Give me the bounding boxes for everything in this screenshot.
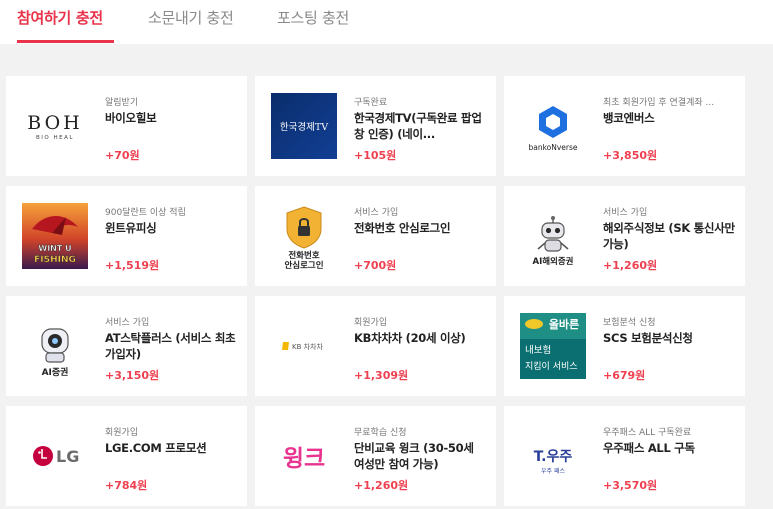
svg-text:AI해외증권: AI해외증권 bbox=[532, 256, 573, 267]
svg-text:bankoNverse: bankoNverse bbox=[528, 143, 577, 152]
offer-card-bioheal[interactable]: BOH BIO HEAL 알림받기 바이오힐보 +70원 bbox=[6, 76, 247, 176]
ai-overseas-securities-logo: AI해외증권 bbox=[520, 203, 586, 269]
offer-reward: +3,850원 bbox=[603, 149, 658, 162]
active-tab-indicator bbox=[17, 40, 114, 43]
svg-text:한국경제TV: 한국경제TV bbox=[280, 121, 328, 133]
lg-logo: LG bbox=[22, 423, 88, 489]
offer-title: KB차차차 (20세 이상) bbox=[354, 331, 466, 345]
offer-category: 무료학습 신청 bbox=[354, 428, 407, 438]
offer-title: 단비교육 윙크 (30-50세 여성만 참여 가능) bbox=[354, 441, 474, 471]
offer-category: 900달란트 이상 적립 bbox=[105, 208, 186, 218]
svg-text:LG: LG bbox=[56, 447, 79, 466]
svg-text:지킴이 서비스: 지킴이 서비스 bbox=[525, 360, 578, 372]
kb-chachacha-logo: KB 차차차 bbox=[271, 313, 337, 379]
offer-title: 한국경제TV(구독완료 팝업 창 인증) (네이... bbox=[354, 111, 482, 141]
offer-reward: +3,150원 bbox=[105, 369, 160, 382]
wink-logo: 윙크 bbox=[271, 423, 337, 489]
svg-text:윙크: 윙크 bbox=[283, 446, 325, 472]
bioheal-logo: BOH BIO HEAL bbox=[22, 93, 88, 159]
offer-reward: +1,309원 bbox=[354, 369, 409, 382]
offer-title: 윈트유피싱 bbox=[105, 221, 157, 235]
offer-title: LGE.COM 프로모션 bbox=[105, 441, 207, 455]
safe-login-logo: 전화번호 안심로그인 bbox=[271, 203, 337, 269]
offer-card-lge-promotion[interactable]: LG 회원가입 LGE.COM 프로모션 +784원 bbox=[6, 406, 247, 506]
offer-category: 서비스 가입 bbox=[105, 318, 150, 328]
offer-category: 최초 회원가입 후 연결계좌 ... bbox=[603, 98, 715, 108]
offer-card-bankonverse[interactable]: bankoNverse 최초 회원가입 후 연결계좌 ... 뱅코엔버스 +3,… bbox=[504, 76, 745, 176]
offer-reward: +3,570원 bbox=[603, 479, 658, 492]
tab-share-charge[interactable]: 소문내기 충전 bbox=[148, 7, 234, 28]
offer-category: 우주패스 ALL 구독완료 bbox=[603, 428, 692, 438]
svg-text:BOH: BOH bbox=[27, 112, 82, 134]
offer-reward: +1,519원 bbox=[105, 259, 160, 272]
offer-title: SCS 보험분석신청 bbox=[603, 331, 693, 345]
svg-text:올바른: 올바른 bbox=[549, 317, 579, 331]
tab-bar: 참여하기 충전 소문내기 충전 포스팅 충전 bbox=[0, 0, 773, 44]
offer-reward: +70원 bbox=[105, 149, 140, 162]
offer-title: 뱅코엔버스 bbox=[603, 111, 655, 125]
offer-card-wintu-fishing[interactable]: WINT U FISHING 900달란트 이상 적립 윈트유피싱 +1,519… bbox=[6, 186, 247, 286]
svg-text:AI증권: AI증권 bbox=[42, 366, 69, 378]
tab-participate-charge[interactable]: 참여하기 충전 bbox=[17, 7, 103, 28]
woojoo-pass-logo: T.우주 우주 패스 bbox=[520, 423, 586, 489]
offer-title: 전화번호 안심로그인 bbox=[354, 221, 451, 235]
bankonverse-logo: bankoNverse bbox=[520, 93, 586, 159]
svg-text:안심로그인: 안심로그인 bbox=[284, 260, 323, 269]
offer-card-danbi-wink[interactable]: 윙크 무료학습 신청 단비교육 윙크 (30-50세 여성만 참여 가능) +1… bbox=[255, 406, 496, 506]
svg-text:전화번호: 전화번호 bbox=[288, 250, 319, 261]
offer-title: 우주패스 ALL 구독 bbox=[603, 441, 695, 455]
offer-category: 회원가입 bbox=[354, 318, 388, 328]
offer-title: AT스탁플러스 (서비스 최초 가입자) bbox=[105, 331, 236, 361]
offer-reward: +784원 bbox=[105, 479, 148, 492]
offer-reward: +700원 bbox=[354, 259, 397, 272]
offer-reward: +105원 bbox=[354, 149, 397, 162]
offer-category: 알림받기 bbox=[105, 98, 139, 108]
offer-reward: +1,260원 bbox=[603, 259, 658, 272]
offer-card-overseas-stock[interactable]: AI해외증권 서비스 가입 해외주식정보 (SK 통신사만 가능) +1,260… bbox=[504, 186, 745, 286]
hankyung-tv-logo: 한국경제TV bbox=[271, 93, 337, 159]
offer-card-hankyung-tv[interactable]: 한국경제TV 구독완료 한국경제TV(구독완료 팝업 창 인증) (네이... … bbox=[255, 76, 496, 176]
svg-text:BIO HEAL: BIO HEAL bbox=[36, 135, 74, 141]
offer-category: 회원가입 bbox=[105, 428, 139, 438]
offer-reward: +679원 bbox=[603, 369, 646, 382]
offer-category: 서비스 가입 bbox=[603, 208, 648, 218]
svg-text:내보험: 내보험 bbox=[525, 345, 551, 356]
svg-text:FISHING: FISHING bbox=[34, 255, 76, 265]
offer-card-scs-insurance[interactable]: 올바른 내보험 지킴이 서비스 보험분석 신청 SCS 보험분석신청 +679원 bbox=[504, 296, 745, 396]
ai-securities-logo: AI증권 bbox=[22, 313, 88, 379]
svg-text:T.우주: T.우주 bbox=[534, 449, 573, 465]
svg-text:KB 차차차: KB 차차차 bbox=[292, 342, 323, 351]
offer-card-safe-login[interactable]: 전화번호 안심로그인 서비스 가입 전화번호 안심로그인 +700원 bbox=[255, 186, 496, 286]
offer-card-woojoo-pass[interactable]: T.우주 우주 패스 우주패스 ALL 구독완료 우주패스 ALL 구독 +3,… bbox=[504, 406, 745, 506]
offer-card-at-stockplus[interactable]: AI증권 서비스 가입 AT스탁플러스 (서비스 최초 가입자) +3,150원 bbox=[6, 296, 247, 396]
offer-title: 바이오힐보 bbox=[105, 111, 157, 125]
offer-reward: +1,260원 bbox=[354, 479, 409, 492]
svg-text:우주 패스: 우주 패스 bbox=[541, 467, 565, 475]
offer-category: 보험분석 신청 bbox=[603, 318, 656, 328]
wintu-fishing-logo: WINT U FISHING bbox=[22, 203, 88, 269]
offer-title: 해외주식정보 (SK 통신사만 가능) bbox=[603, 221, 735, 251]
scs-insurance-logo: 올바른 내보험 지킴이 서비스 bbox=[520, 313, 586, 379]
offer-category: 서비스 가입 bbox=[354, 208, 399, 218]
svg-text:WINT U: WINT U bbox=[38, 244, 71, 253]
offer-category: 구독완료 bbox=[354, 98, 388, 108]
offer-card-kb-chachacha[interactable]: KB 차차차 회원가입 KB차차차 (20세 이상) +1,309원 bbox=[255, 296, 496, 396]
tab-posting-charge[interactable]: 포스팅 충전 bbox=[277, 7, 349, 28]
